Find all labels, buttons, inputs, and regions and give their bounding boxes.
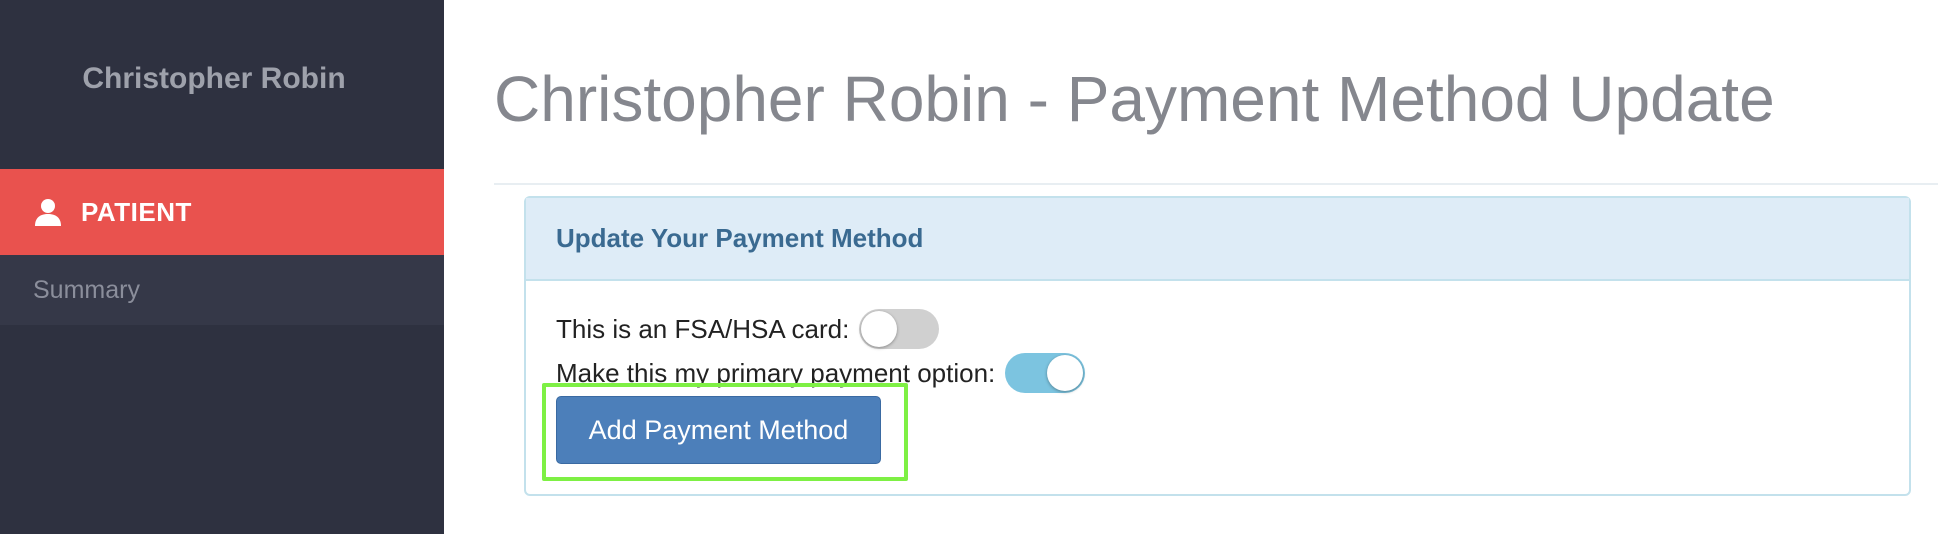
- primary-toggle-label: Make this my primary payment option:: [556, 357, 996, 388]
- fsa-toggle-label: This is an FSA/HSA card:: [556, 313, 850, 344]
- payment-panel: Update Your Payment Method This is an FS…: [524, 196, 1911, 496]
- panel-body: This is an FSA/HSA card: Make this my pr…: [526, 281, 1909, 494]
- sidebar-section-patient[interactable]: PATIENT: [0, 169, 444, 255]
- page-title: Christopher Robin - Payment Method Updat…: [494, 63, 1775, 135]
- toggle-knob: [861, 311, 898, 347]
- toggle-knob: [1047, 355, 1084, 391]
- sidebar: Christopher Robin PATIENT Summary: [0, 0, 444, 534]
- add-payment-method-button[interactable]: Add Payment Method: [556, 396, 881, 464]
- primary-toggle[interactable]: [1005, 353, 1086, 393]
- main-content: Christopher Robin - Payment Method Updat…: [444, 0, 1938, 534]
- app-root: Christopher Robin PATIENT Summary Christ…: [0, 0, 1938, 534]
- primary-toggle-row: Make this my primary payment option:: [556, 353, 1086, 393]
- sidebar-user-name: Christopher Robin: [82, 62, 346, 95]
- title-divider: [494, 183, 1938, 185]
- fsa-toggle-row: This is an FSA/HSA card:: [556, 309, 940, 349]
- sidebar-item-summary[interactable]: Summary: [0, 255, 444, 325]
- panel-heading: Update Your Payment Method: [526, 198, 1909, 281]
- user-icon: [33, 197, 63, 227]
- fsa-toggle[interactable]: [859, 309, 940, 349]
- sidebar-section-label: PATIENT: [81, 196, 192, 227]
